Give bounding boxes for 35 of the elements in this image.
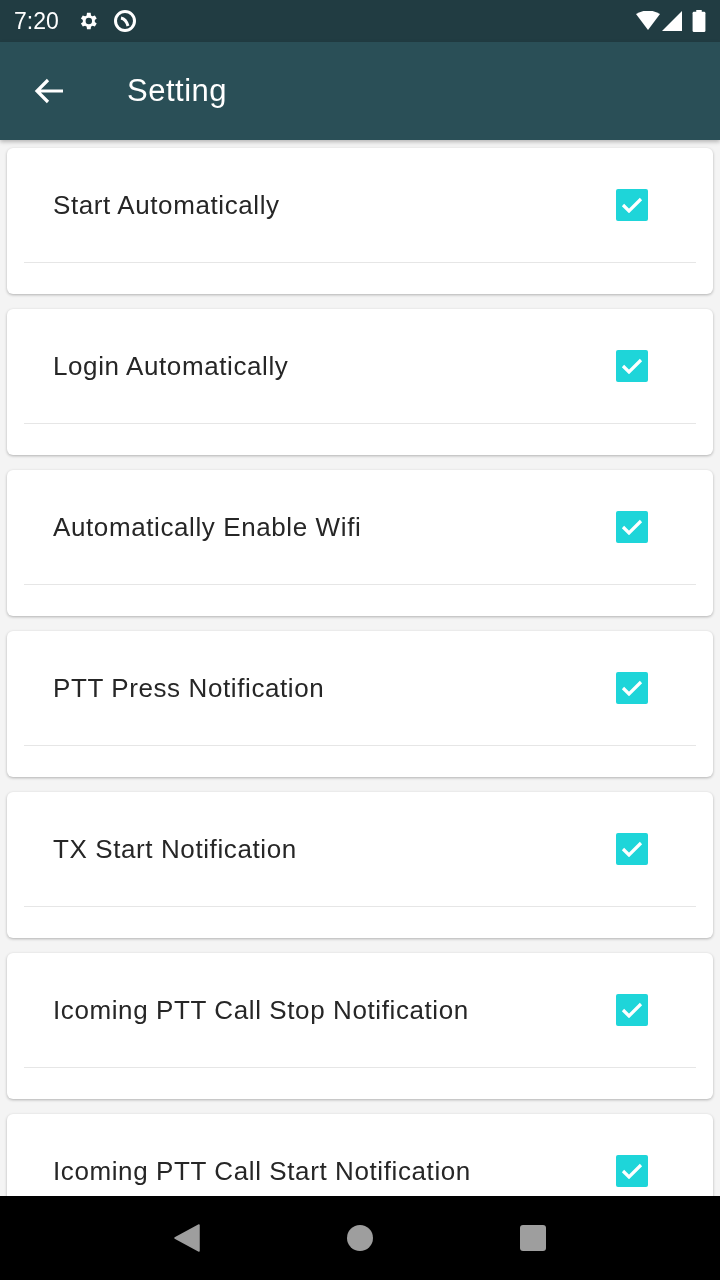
check-icon xyxy=(621,519,643,535)
checkbox[interactable] xyxy=(616,1155,648,1187)
home-circle-icon xyxy=(347,1225,373,1251)
checkbox[interactable] xyxy=(616,350,648,382)
check-icon xyxy=(621,358,643,374)
back-button[interactable] xyxy=(34,76,64,106)
setting-label: Icoming PTT Call Start Notification xyxy=(53,1154,472,1188)
check-icon xyxy=(621,1163,643,1179)
status-time: 7:20 xyxy=(14,6,59,36)
check-icon xyxy=(621,841,643,857)
setting-label: TX Start Notification xyxy=(53,832,298,866)
check-icon xyxy=(621,197,643,213)
back-triangle-icon xyxy=(173,1224,200,1252)
recents-nav-button[interactable] xyxy=(520,1225,547,1251)
check-icon xyxy=(621,1002,643,1018)
signal-icon xyxy=(662,11,682,31)
checkbox[interactable] xyxy=(616,672,648,704)
home-nav-button[interactable] xyxy=(347,1225,373,1251)
setting-label: Icoming PTT Call Stop Notification xyxy=(53,993,470,1027)
wifi-icon xyxy=(636,11,660,31)
setting-label: PTT Press Notification xyxy=(53,671,326,705)
checkbox[interactable] xyxy=(616,994,648,1026)
ring-icon xyxy=(112,9,137,33)
setting-label: Login Automatically xyxy=(53,349,290,383)
checkbox[interactable] xyxy=(616,511,648,543)
battery-icon xyxy=(692,10,706,32)
check-icon xyxy=(621,680,643,696)
back-arrow-icon xyxy=(34,78,64,104)
recents-square-icon xyxy=(520,1225,547,1251)
back-nav-button[interactable] xyxy=(173,1224,200,1252)
app-bar-title: Setting xyxy=(127,71,227,110)
checkbox[interactable] xyxy=(616,189,648,221)
checkbox[interactable] xyxy=(616,833,648,865)
setting-label: Start Automatically xyxy=(53,188,281,222)
setting-label: Automatically Enable Wifi xyxy=(53,510,363,544)
